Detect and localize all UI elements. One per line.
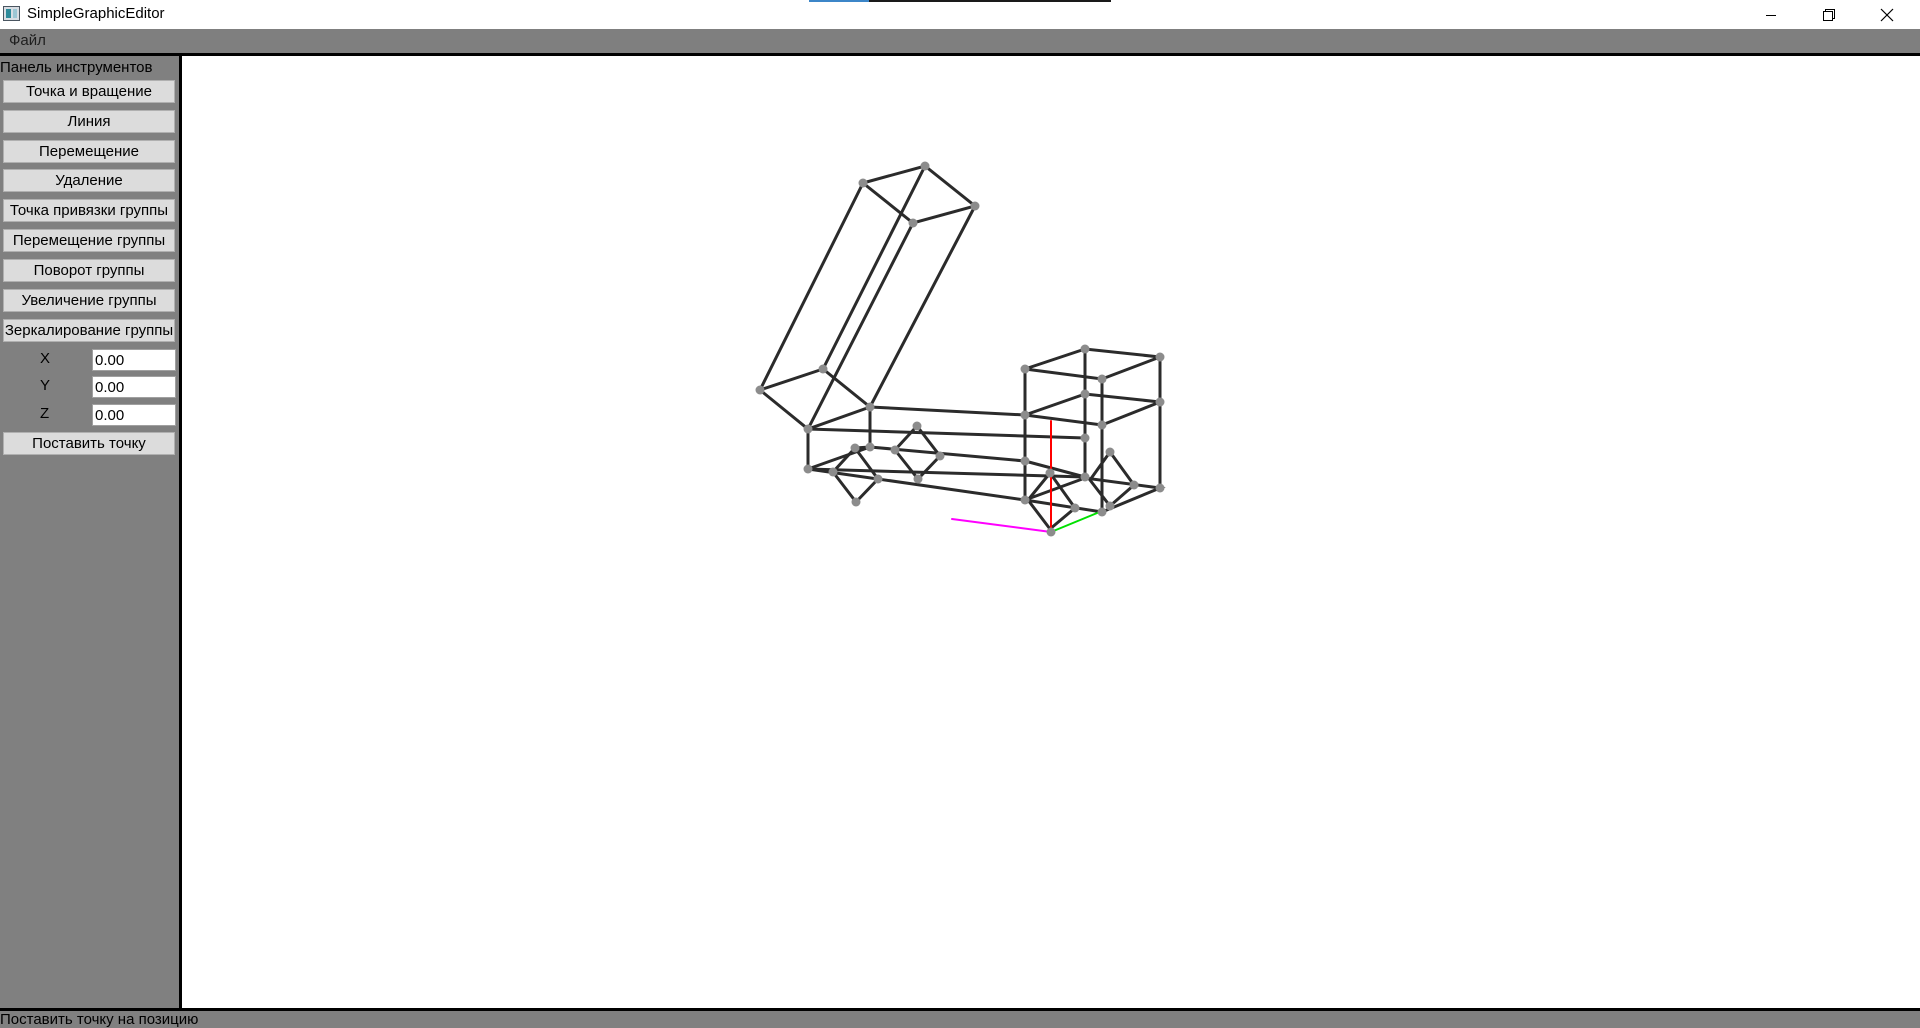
y-input[interactable] [92,376,176,398]
z-input[interactable] [92,404,176,426]
status-bar: Поставить точку на позицию [0,1011,1920,1028]
menu-file[interactable]: Файл [9,32,46,49]
x-input[interactable] [92,349,176,371]
close-icon [1880,8,1894,21]
x-axis [951,518,1052,533]
drawing-canvas[interactable] [182,56,1920,1008]
slanted-box [758,164,979,431]
y-label: Y [40,377,51,394]
title-accent-bar [809,0,1111,2]
minimize-button[interactable] [1742,0,1800,29]
restore-icon [1823,8,1835,21]
scene-svg[interactable] [182,56,1920,1008]
place-point-button[interactable]: Поставить точку [3,432,175,455]
tool-panel-title: Панель инструментов [0,59,153,76]
app-icon [3,6,20,21]
delete-button[interactable]: Удаление [3,169,175,192]
move-button[interactable]: Перемещение [3,140,175,163]
tool-panel: Панель инструментов Точка и вращение Лин… [0,56,179,1008]
minimize-icon [1766,14,1776,16]
restore-button[interactable] [1800,0,1858,29]
status-text: Поставить точку на позицию [0,1011,199,1028]
cube [1023,347,1166,514]
group-rotate-button[interactable]: Поворот группы [3,259,175,282]
group-move-button[interactable]: Перемещение группы [3,229,175,252]
close-button[interactable] [1858,0,1916,29]
group-anchor-button[interactable]: Точка привязки группы [3,199,175,222]
window-title: SimpleGraphicEditor [27,5,165,22]
point-rotate-button[interactable]: Точка и вращение [3,80,175,103]
x-label: X [40,350,51,367]
group-scale-button[interactable]: Увеличение группы [3,289,175,312]
group-mirror-button[interactable]: Зеркалирование группы [3,319,175,342]
z-label: Z [40,405,50,422]
line-button[interactable]: Линия [3,110,175,133]
title-bar: SimpleGraphicEditor [0,0,1920,29]
menu-bar: Файл [0,29,1920,53]
